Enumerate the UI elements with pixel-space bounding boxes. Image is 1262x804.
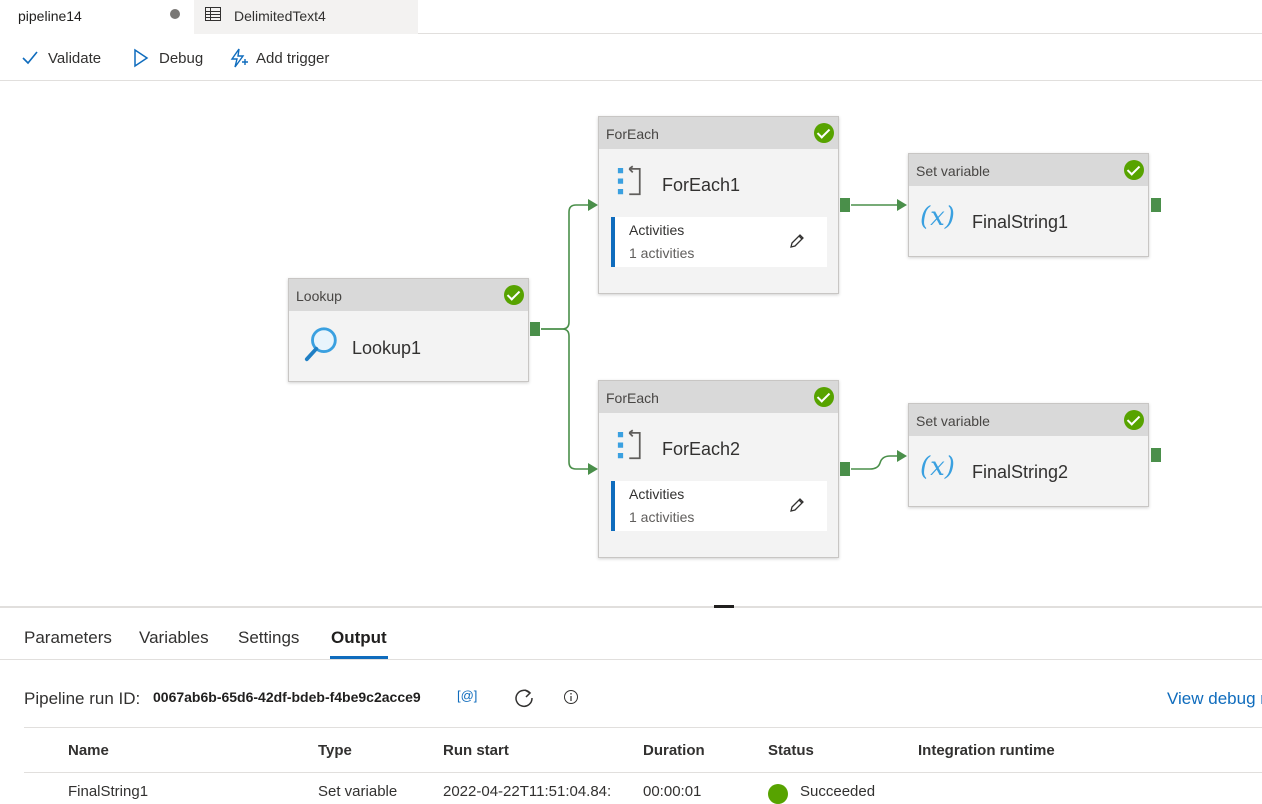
column-header-duration[interactable]: Duration	[643, 742, 705, 759]
activity-type-label: ForEach	[606, 390, 659, 406]
activity-runs-table-header: Name Type Run start Duration Status Inte…	[24, 727, 1262, 773]
activity-lookup1[interactable]: Lookup Lookup1	[288, 278, 529, 382]
variable-x-icon: (x)	[920, 452, 955, 482]
tab-variables[interactable]: Variables	[139, 628, 209, 648]
success-check-icon	[1124, 410, 1144, 430]
success-check-icon	[814, 387, 834, 407]
column-header-status[interactable]: Status	[768, 742, 814, 759]
document-tab-bar: ) pipeline14 DelimitedText4	[0, 0, 1262, 34]
lookup-output-port[interactable]	[530, 322, 540, 336]
activity-foreach2[interactable]: ForEach ForEach2 Activities 1 activities	[598, 380, 839, 558]
validate-button[interactable]: Validate	[20, 46, 101, 70]
pipeline-run-id-row: Pipeline run ID: 0067ab6b-65d6-42df-bdeb…	[24, 686, 1262, 712]
connector-lookup-foreach2	[541, 328, 590, 470]
activity-name: ForEach1	[662, 175, 741, 195]
activity-type-header: ForEach	[599, 381, 838, 413]
edit-pencil-icon[interactable]	[789, 497, 805, 513]
success-check-icon	[814, 123, 834, 143]
validate-label: Validate	[48, 49, 102, 67]
arrowhead	[897, 450, 907, 462]
lightning-icon	[230, 48, 248, 68]
activity-type-label: Set variable	[916, 413, 990, 429]
table-icon	[205, 7, 221, 21]
active-tab-indicator	[330, 656, 388, 659]
unsaved-changes-dot-icon	[170, 9, 180, 19]
info-icon[interactable]	[563, 689, 579, 705]
inner-activities-box[interactable]: Activities 1 activities	[611, 217, 827, 267]
activity-name: FinalString1	[972, 212, 1069, 232]
arrowhead	[588, 463, 598, 475]
edit-pencil-icon[interactable]	[789, 233, 805, 249]
run-id-value: 0067ab6b-65d6-42df-bdeb-f4be9c2acce9	[153, 689, 421, 705]
splitter-grip-icon[interactable]	[714, 605, 734, 608]
inner-activities-title: Activities	[629, 486, 685, 502]
inner-activities-title: Activities	[629, 222, 685, 238]
tab-output[interactable]: Output	[331, 628, 387, 648]
copy-icon[interactable]: [@]	[457, 688, 477, 703]
connector-lookup-foreach1	[541, 204, 590, 330]
activity-type-header: Lookup	[289, 279, 528, 311]
tab-pipeline-icon-fragment: )	[0, 8, 1, 24]
tab-label: DelimitedText4	[234, 8, 326, 24]
run-id-label: Pipeline run ID:	[24, 689, 141, 708]
column-header-run-start[interactable]: Run start	[443, 742, 509, 759]
activity-name: Lookup1	[352, 338, 422, 358]
activity-type-label: Set variable	[916, 163, 990, 179]
status-success-icon	[768, 784, 788, 804]
success-check-icon	[504, 285, 524, 305]
column-header-integration-runtime[interactable]: Integration runtime	[918, 742, 1055, 759]
inner-activities-count: 1 activities	[629, 509, 695, 525]
panel-splitter[interactable]	[0, 606, 1262, 608]
activity-name: FinalString2	[972, 462, 1069, 482]
activity-foreach1[interactable]: ForEach ForEach1 Activities 1 activities	[598, 116, 839, 294]
play-icon	[134, 48, 149, 68]
activity-type-label: Lookup	[296, 288, 342, 304]
foreach-loop-icon	[617, 165, 641, 196]
foreach1-output-port[interactable]	[840, 198, 850, 212]
add-trigger-button[interactable]: Add trigger	[228, 46, 329, 70]
magnifier-icon	[304, 327, 337, 362]
finalstring1-output-port[interactable]	[1151, 198, 1161, 212]
debug-button[interactable]: Debug	[131, 46, 203, 70]
tab-delimitedtext4[interactable]: DelimitedText4	[194, 0, 418, 34]
connector-foreach2-setvar2	[851, 455, 898, 470]
activity-finalstring2[interactable]: Set variable (x) FinalString2	[908, 403, 1149, 507]
activity-type-header: Set variable	[909, 404, 1148, 436]
pipeline-canvas[interactable]: Lookup Lookup1 ForEach ForEach1 Activiti…	[0, 82, 1262, 606]
add-trigger-label: Add trigger	[256, 49, 330, 67]
finalstring2-output-port[interactable]	[1151, 448, 1161, 462]
foreach-loop-icon	[617, 429, 641, 460]
view-debug-run-link[interactable]: View debug r	[1167, 689, 1262, 709]
column-header-type[interactable]: Type	[318, 742, 352, 759]
table-row[interactable]: FinalString1 Set variable 2022-04-22T11:…	[24, 774, 1262, 804]
arrowhead	[897, 199, 907, 211]
activity-type-label: ForEach	[606, 126, 659, 142]
tab-parameters[interactable]: Parameters	[24, 628, 112, 648]
pipeline-toolbar: Validate Debug Add trigger	[0, 35, 1262, 81]
checkmark-icon	[22, 51, 38, 65]
activity-finalstring1[interactable]: Set variable (x) FinalString1	[908, 153, 1149, 257]
arrowhead	[588, 199, 598, 211]
tab-settings[interactable]: Settings	[238, 628, 299, 648]
inner-activities-count: 1 activities	[629, 245, 695, 261]
debug-label: Debug	[159, 49, 204, 67]
success-check-icon	[1124, 160, 1144, 180]
refresh-icon[interactable]	[512, 686, 536, 710]
tab-label: pipeline14	[18, 8, 82, 24]
foreach2-output-port[interactable]	[840, 462, 850, 476]
activity-type-header: Set variable	[909, 154, 1148, 186]
activity-type-header: ForEach	[599, 117, 838, 149]
variable-x-icon: (x)	[920, 202, 955, 232]
tab-pipeline14[interactable]: ) pipeline14	[0, 0, 194, 34]
properties-tab-bar: Parameters Variables Settings Output	[0, 622, 1262, 660]
column-header-name[interactable]: Name	[68, 742, 109, 759]
activity-name: ForEach2	[662, 439, 741, 459]
inner-activities-box[interactable]: Activities 1 activities	[611, 481, 827, 531]
